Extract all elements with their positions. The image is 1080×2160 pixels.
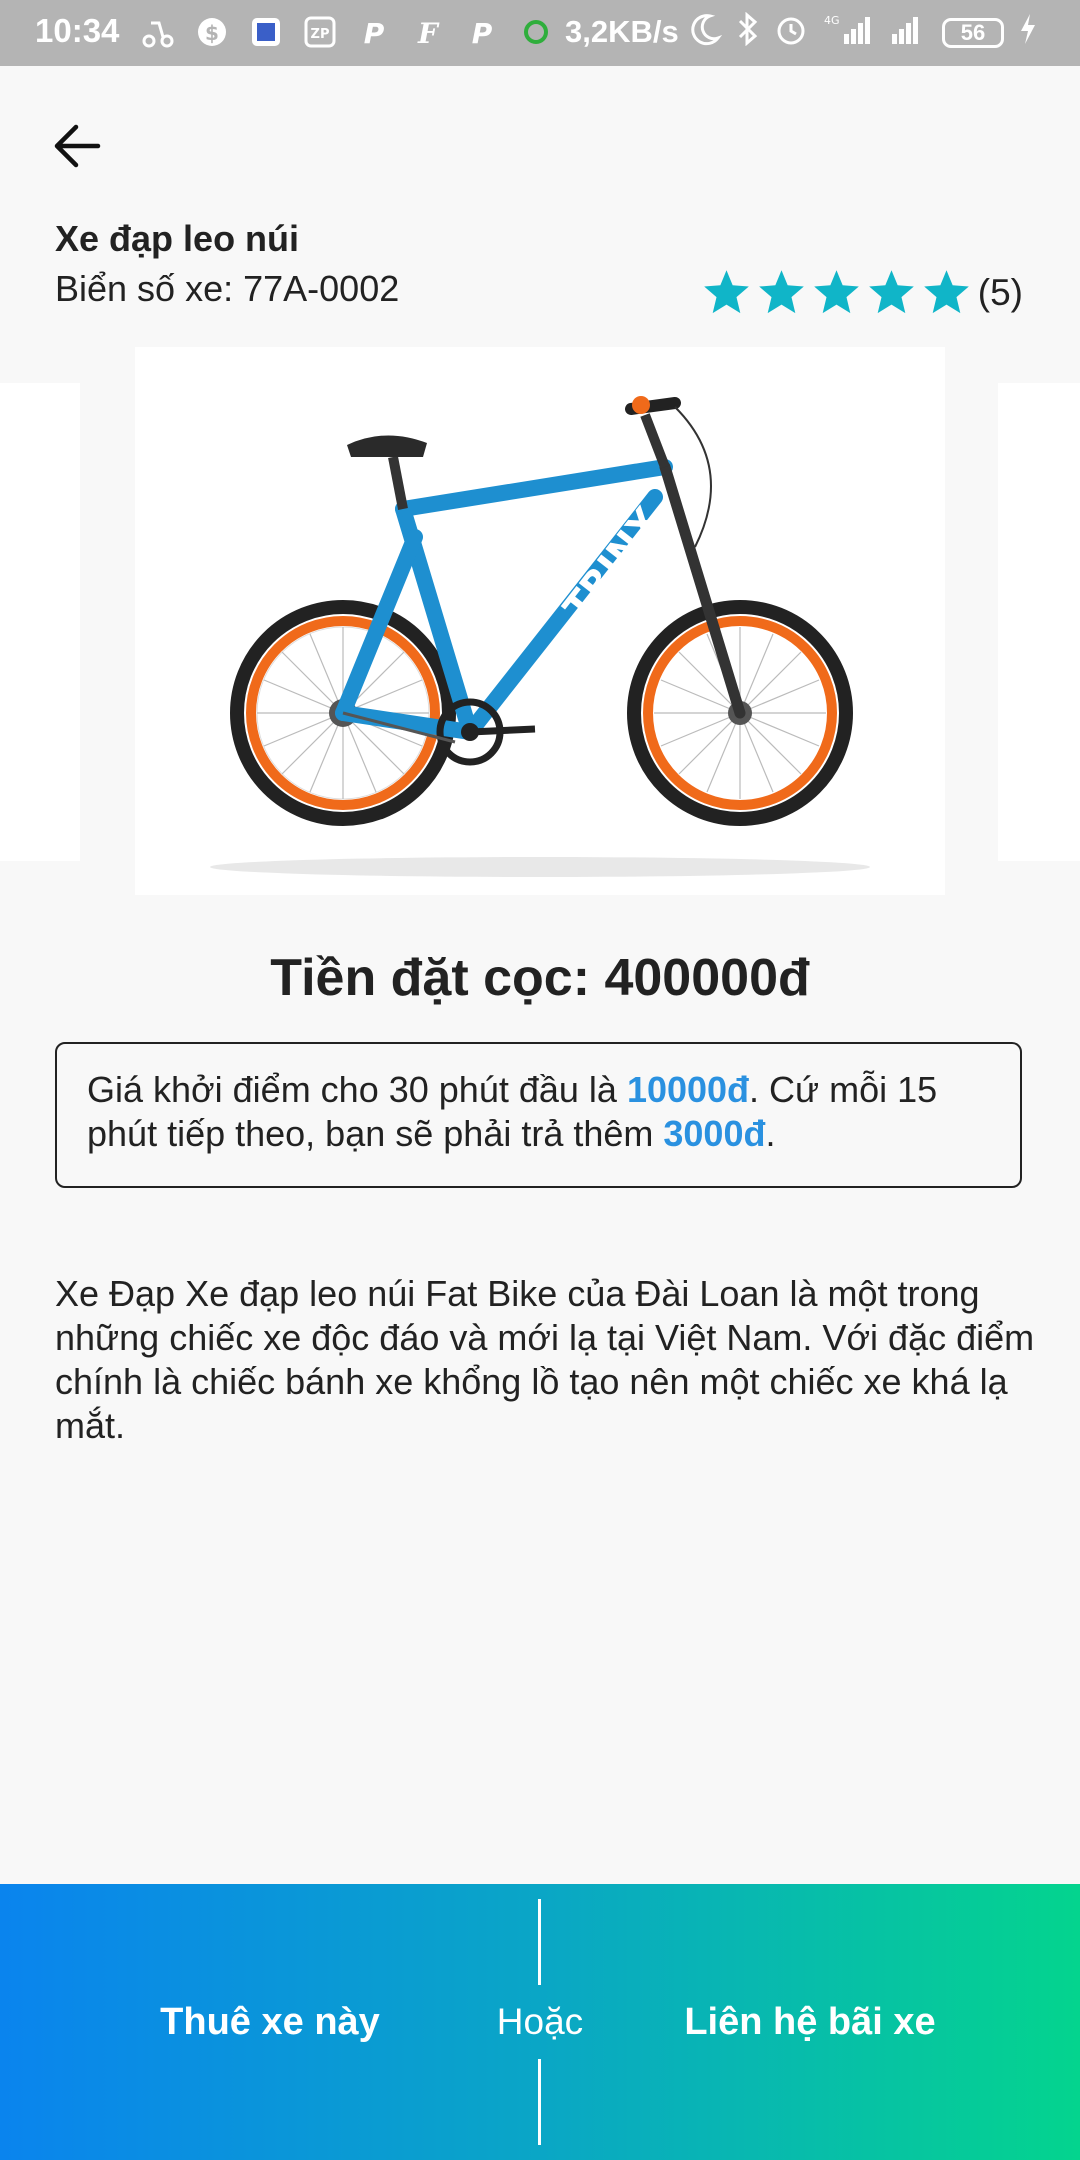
signal-icon: [888, 12, 928, 54]
product-description: Xe Đạp Xe đạp leo núi Fat Bike của Đài L…: [55, 1273, 1035, 1446]
bike-image[interactable]: TRINX: [135, 347, 945, 895]
pricing-text: .: [765, 1113, 776, 1154]
charging-icon: [1018, 12, 1038, 54]
app-icon: [248, 14, 284, 50]
license-plate: Biển số xe: 77A-0002: [55, 268, 400, 309]
notification-icons: $ ZP P F P: [140, 14, 554, 50]
arrow-left-icon: [54, 124, 101, 168]
svg-text:F: F: [417, 17, 440, 49]
deposit-amount: Tiền đặt cọc: 400000đ: [270, 949, 810, 1007]
svg-text:P: P: [364, 17, 385, 49]
carousel-next-card[interactable]: [998, 383, 1080, 861]
signal-icon: 4G: [822, 12, 874, 54]
sync-icon: [518, 14, 554, 50]
svg-text:P: P: [472, 17, 493, 49]
carousel-prev-card[interactable]: [0, 383, 80, 861]
pricing-info: Giá khởi điểm cho 30 phút đầu là 10000đ.…: [55, 1042, 1022, 1188]
moon-icon: [690, 12, 723, 54]
network-speed: 3,2KB/s: [565, 14, 679, 49]
star-icon: [813, 270, 859, 314]
rating: (5): [701, 267, 1023, 318]
bicycle-illustration: TRINX: [210, 396, 870, 877]
battery-icon: 56: [942, 18, 1004, 48]
system-icons: 4G 56: [690, 11, 1038, 54]
contact-parking-button[interactable]: Liên hệ bãi xe: [600, 1884, 1020, 2160]
network-type: 4G: [824, 14, 840, 27]
svg-text:ZP: ZP: [311, 27, 330, 42]
bluetooth-icon: [736, 11, 760, 54]
back-button[interactable]: [48, 116, 108, 176]
initial-price: 10000đ: [626, 1069, 750, 1110]
rent-button[interactable]: Thuê xe này: [60, 1884, 480, 2160]
rating-count: (5): [977, 271, 1023, 313]
bottom-action-bar: Thuê xe này Hoặc Liên hệ bãi xe: [0, 1884, 1080, 2160]
divider: [538, 2059, 541, 2145]
star-icon: [868, 270, 914, 314]
status-bar: 10:34 $ ZP P F P 3,2KB/s 4G 56: [0, 0, 1080, 66]
parking-icon: P: [464, 14, 500, 50]
product-name: Xe đạp leo núi: [55, 218, 300, 259]
brand-text: TRINX: [555, 499, 670, 629]
star-icon: [923, 270, 969, 314]
parking-icon: P: [356, 14, 392, 50]
zalopay-icon: ZP: [302, 14, 338, 50]
extra-price: 3000đ: [663, 1113, 766, 1154]
delivery-icon: [140, 14, 176, 50]
battery-level: 56: [960, 20, 986, 45]
status-time: 10:34: [35, 12, 120, 49]
star-icon: [758, 270, 804, 314]
star-icon: [703, 270, 749, 314]
f-icon: F: [410, 14, 446, 50]
pricing-text: Giá khởi điểm cho 30 phút đầu là: [87, 1069, 627, 1110]
svg-text:$: $: [205, 21, 219, 45]
alarm-icon: [774, 12, 808, 54]
money-icon: $: [194, 14, 230, 50]
